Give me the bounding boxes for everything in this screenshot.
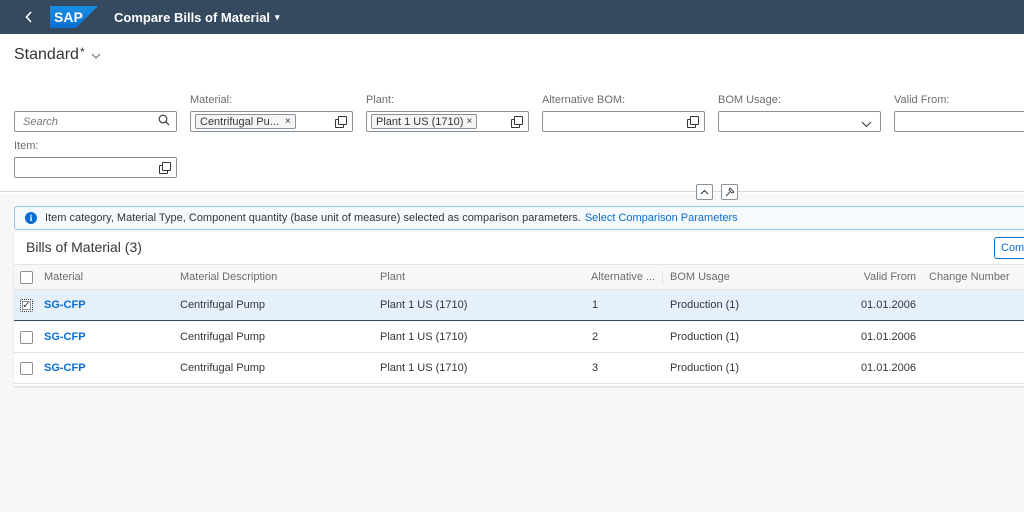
search-icon[interactable] xyxy=(158,114,170,129)
material-link[interactable]: SG-CFP xyxy=(44,290,86,320)
table-row[interactable]: SG-CFP Centrifugal Pump Plant 1 US (1710… xyxy=(14,353,1024,384)
material-link[interactable]: SG-CFP xyxy=(44,353,86,383)
search-input[interactable]: Search xyxy=(14,111,177,132)
row-checkbox[interactable]: ✓ xyxy=(20,298,33,312)
select-comparison-parameters-link[interactable]: Select Comparison Parameters xyxy=(585,212,738,224)
table-row[interactable]: SG-CFP Centrifugal Pump Plant 1 US (1710… xyxy=(14,322,1024,353)
shell-bar: SAP Compare Bills of Material ▾ xyxy=(0,0,1024,34)
token-remove-icon[interactable]: × xyxy=(285,116,291,127)
value-help-icon[interactable] xyxy=(335,116,347,128)
bom-usage-select[interactable] xyxy=(718,111,881,132)
valid-from: 01.01.2006 xyxy=(860,331,916,343)
column-header-alternative[interactable]: Alternative ... xyxy=(591,265,655,289)
table-row[interactable]: ✓ SG-CFP Centrifugal Pump Plant 1 US (17… xyxy=(14,290,1024,321)
pin-icon xyxy=(725,187,735,197)
bom-usage: Production (1) xyxy=(670,299,740,311)
alternative-bom-field[interactable] xyxy=(542,111,705,132)
column-header-material-description[interactable]: Material Description xyxy=(180,265,277,289)
alternative-bom: 1 xyxy=(592,299,599,311)
header-divider xyxy=(0,191,1024,192)
plant-token[interactable]: Plant 1 US (1710) × xyxy=(371,114,478,129)
plant: Plant 1 US (1710) xyxy=(380,299,468,311)
value-help-icon[interactable] xyxy=(159,162,171,174)
filter-header: Standard * Search Material: Centrifugal … xyxy=(0,34,1024,200)
table-title: Bills of Material (3) xyxy=(26,239,142,255)
material-token[interactable]: Centrifugal Pu... × xyxy=(195,114,296,129)
info-icon: i xyxy=(25,212,37,224)
valid-from: 01.01.2006 xyxy=(860,362,916,374)
column-separator xyxy=(662,271,663,285)
column-header-material[interactable]: Material xyxy=(44,265,83,289)
item-label: Item: xyxy=(14,140,39,152)
alternative-bom: 2 xyxy=(592,331,599,343)
app-title-menu[interactable]: Compare Bills of Material ▾ xyxy=(114,10,280,25)
select-all-checkbox[interactable] xyxy=(20,270,33,284)
column-header-change-number[interactable]: Change Number xyxy=(929,265,1010,289)
valid-from-label: Valid From: xyxy=(894,94,950,106)
column-header-bom-usage[interactable]: BOM Usage xyxy=(670,265,730,289)
column-header-plant[interactable]: Plant xyxy=(380,265,405,289)
info-message-strip: i Item category, Material Type, Componen… xyxy=(14,206,1024,230)
row-checkbox[interactable] xyxy=(20,361,33,375)
bom-usage: Production (1) xyxy=(670,362,740,374)
search-placeholder: Search xyxy=(23,115,58,128)
variant-selector[interactable]: Standard * xyxy=(14,45,101,64)
alternative-bom: 3 xyxy=(592,362,599,374)
material-description: Centrifugal Pump xyxy=(180,362,265,374)
material-description: Centrifugal Pump xyxy=(180,331,265,343)
collapse-header-button[interactable] xyxy=(696,184,713,200)
back-button[interactable] xyxy=(18,11,40,23)
plant: Plant 1 US (1710) xyxy=(380,331,468,343)
value-help-icon[interactable] xyxy=(687,116,699,128)
material-description: Centrifugal Pump xyxy=(180,299,265,311)
svg-text:SAP: SAP xyxy=(54,9,83,25)
chevron-down-icon xyxy=(91,50,101,62)
valid-from: 01.01.2006 xyxy=(860,299,916,311)
material-token-text: Centrifugal Pu... xyxy=(200,115,279,128)
app-title: Compare Bills of Material xyxy=(114,9,271,25)
chevron-up-icon xyxy=(700,189,709,195)
message-text: Item category, Material Type, Component … xyxy=(45,212,581,224)
plant-token-text: Plant 1 US (1710) xyxy=(376,115,464,128)
variant-modified-marker: * xyxy=(79,45,85,59)
plant-label: Plant: xyxy=(366,94,395,106)
compare-button[interactable]: Compare xyxy=(994,237,1024,259)
value-help-icon[interactable] xyxy=(511,116,523,128)
item-field[interactable] xyxy=(14,157,177,178)
material-field[interactable]: Centrifugal Pu... × xyxy=(190,111,353,132)
chevron-down-icon[interactable] xyxy=(861,117,872,131)
token-remove-icon[interactable]: × xyxy=(466,116,472,127)
sap-logo[interactable]: SAP xyxy=(50,6,98,28)
column-header-valid-from[interactable]: Valid From xyxy=(814,265,916,289)
pin-header-button[interactable] xyxy=(721,184,738,200)
row-checkbox[interactable] xyxy=(20,330,33,344)
material-label: Material: xyxy=(190,94,233,106)
plant: Plant 1 US (1710) xyxy=(380,362,468,374)
variant-name: Standard xyxy=(14,46,79,63)
valid-from-field[interactable] xyxy=(894,111,1024,132)
plant-field[interactable]: Plant 1 US (1710) × xyxy=(366,111,529,132)
bom-usage: Production (1) xyxy=(670,331,740,343)
chevron-left-icon xyxy=(25,11,32,23)
caret-down-icon: ▾ xyxy=(275,11,280,22)
bom-table-card: Bills of Material (3) Compare Material M… xyxy=(14,232,1024,386)
alternative-bom-label: Alternative BOM: xyxy=(542,94,626,106)
bom-usage-label: BOM Usage: xyxy=(718,94,781,106)
material-link[interactable]: SG-CFP xyxy=(44,322,86,352)
table-header: Material Material Description Plant Alte… xyxy=(14,264,1024,290)
